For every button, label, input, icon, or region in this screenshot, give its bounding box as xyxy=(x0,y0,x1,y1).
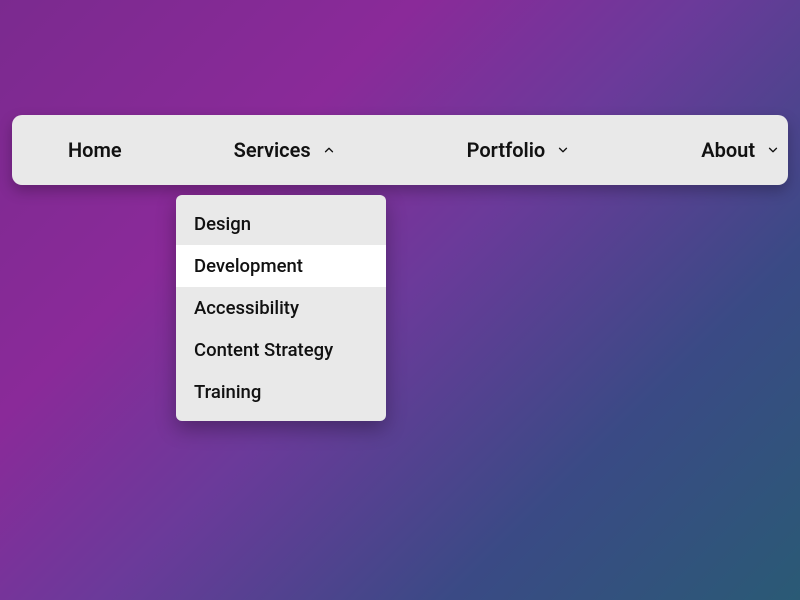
services-dropdown: Design Development Accessibility Content… xyxy=(176,195,386,421)
nav-item-label: Portfolio xyxy=(467,138,546,162)
nav-item-label: About xyxy=(701,138,755,162)
dropdown-item-label: Design xyxy=(194,213,251,235)
dropdown-item-training[interactable]: Training xyxy=(176,371,386,413)
main-navbar: Home Services Portfolio About xyxy=(12,115,788,185)
nav-item-label: Home xyxy=(68,138,122,162)
chevron-up-icon xyxy=(321,142,337,158)
chevron-down-icon xyxy=(555,142,571,158)
dropdown-item-development[interactable]: Development xyxy=(176,245,386,287)
dropdown-item-design[interactable]: Design xyxy=(176,203,386,245)
dropdown-item-label: Content Strategy xyxy=(194,339,333,361)
nav-item-about[interactable]: About xyxy=(665,115,800,185)
dropdown-item-accessibility[interactable]: Accessibility xyxy=(176,287,386,329)
nav-item-services[interactable]: Services xyxy=(198,115,373,185)
dropdown-item-content-strategy[interactable]: Content Strategy xyxy=(176,329,386,371)
nav-item-home[interactable]: Home xyxy=(32,115,158,185)
chevron-down-icon xyxy=(765,142,781,158)
nav-item-portfolio[interactable]: Portfolio xyxy=(431,115,608,185)
dropdown-item-label: Training xyxy=(194,381,261,403)
dropdown-item-label: Development xyxy=(194,255,303,277)
dropdown-item-label: Accessibility xyxy=(194,297,299,319)
nav-item-label: Services xyxy=(234,138,311,162)
